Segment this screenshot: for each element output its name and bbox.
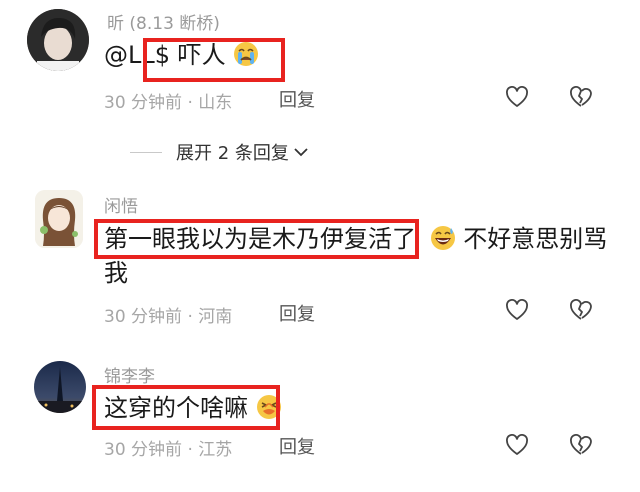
comment-username[interactable]: 闲悟 [104, 192, 138, 217]
comment-meta: 30 分钟前 · 江苏 [104, 435, 232, 460]
comment-time: 30 分钟前 [104, 93, 183, 113]
meta-separator: · [187, 440, 193, 460]
avatar-image-icon [34, 361, 86, 413]
meta-separator: · [187, 93, 193, 113]
avatar[interactable] [35, 190, 83, 248]
meta-separator: · [187, 307, 193, 327]
chevron-down-icon [294, 148, 308, 157]
comment-time: 30 分钟前 [104, 440, 183, 460]
avatar[interactable] [27, 9, 89, 71]
grinning-sweat-face-icon [430, 226, 455, 250]
comment-meta: 30 分钟前 · 河南 [104, 302, 232, 327]
comment-text-line2: 我 [104, 259, 128, 287]
expand-divider-line [130, 151, 162, 153]
comment-text-after: 不好意思别骂 [463, 225, 608, 253]
highlight-box [92, 385, 280, 430]
highlight-box [94, 219, 419, 259]
comment-username[interactable]: 锦李李 [104, 362, 155, 387]
heart-like-icon[interactable] [505, 434, 529, 456]
highlight-box [143, 38, 285, 82]
comment-time: 30 分钟前 [104, 307, 183, 327]
comment-location: 河南 [198, 307, 233, 327]
comment-meta: 30 分钟前 · 山东 [104, 88, 232, 113]
broken-heart-dislike-icon[interactable] [569, 86, 593, 108]
comment-location: 江苏 [198, 440, 233, 460]
comment-username[interactable]: 昕 (8.13 断桥) [107, 9, 220, 34]
avatar-image-icon [35, 190, 83, 248]
expand-replies-button[interactable]: 展开 2 条回复 [130, 139, 309, 165]
broken-heart-dislike-icon[interactable] [569, 299, 593, 321]
avatar-image-icon [27, 9, 89, 71]
heart-like-icon[interactable] [505, 299, 529, 321]
reply-button[interactable]: 回复 [279, 86, 315, 112]
avatar[interactable] [34, 361, 86, 413]
broken-heart-dislike-icon[interactable] [569, 434, 593, 456]
reply-button[interactable]: 回复 [279, 433, 315, 459]
expand-replies-label: 展开 2 条回复 [176, 143, 289, 164]
reply-button[interactable]: 回复 [279, 300, 315, 326]
heart-like-icon[interactable] [505, 86, 529, 108]
comment-location: 山东 [198, 93, 233, 113]
